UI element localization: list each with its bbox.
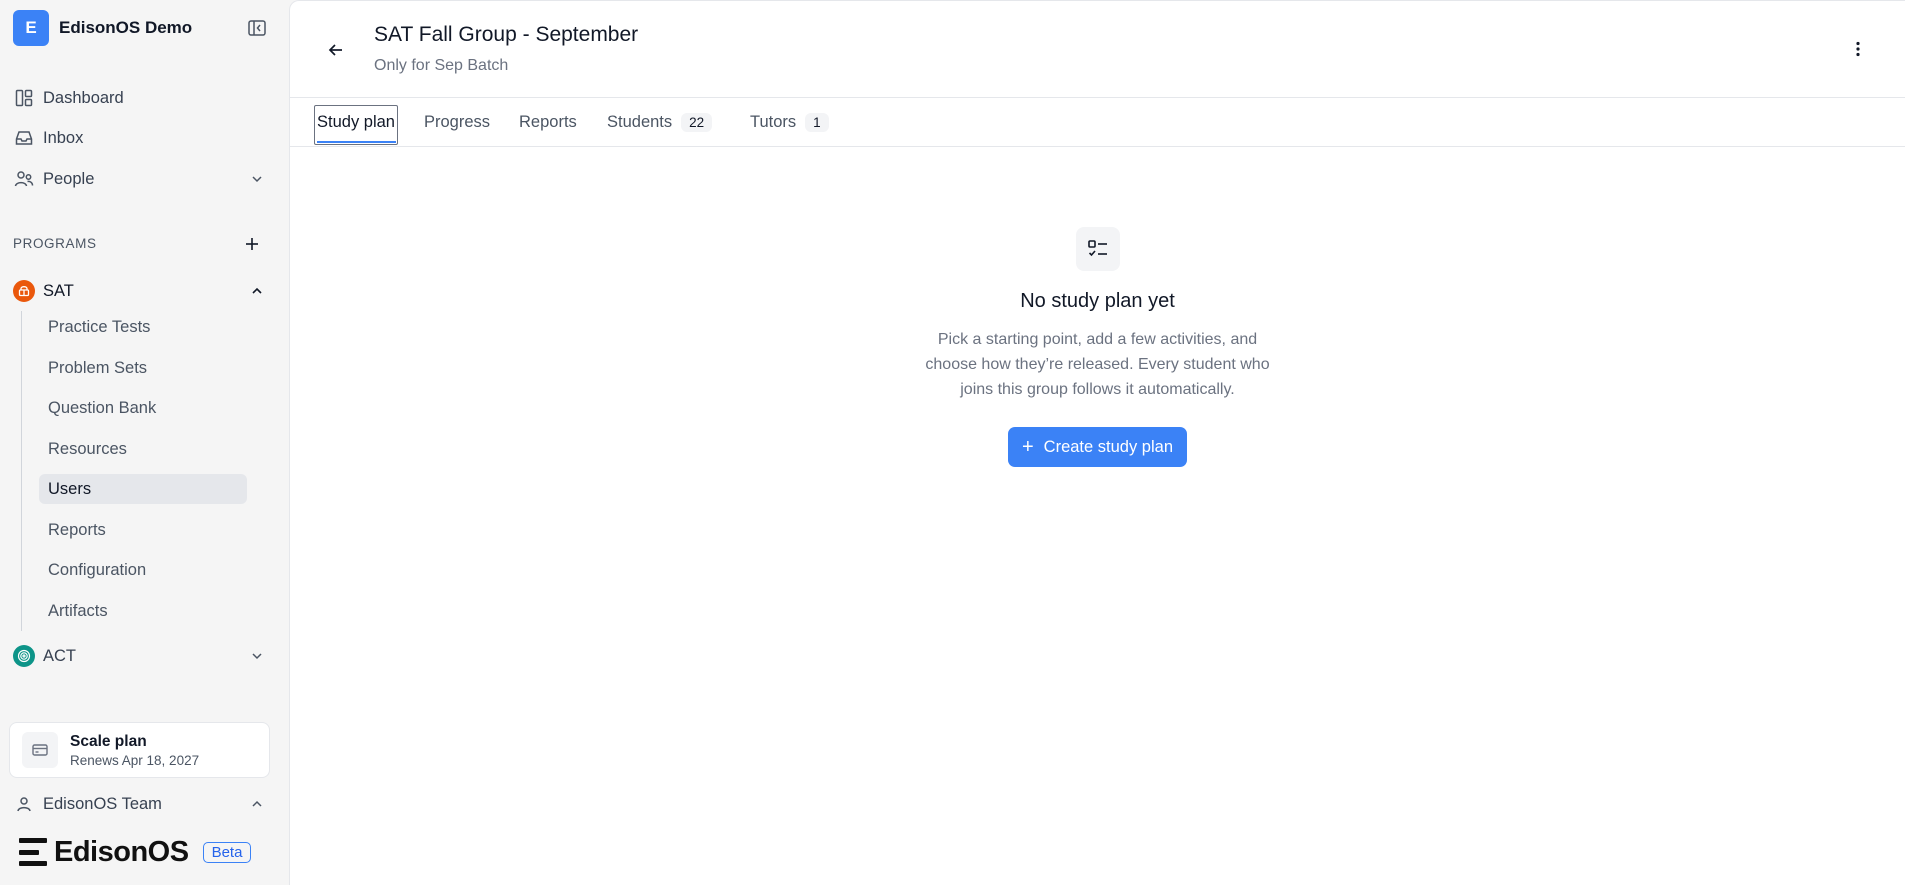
empty-state-description: Pick a starting point, add a few activit…: [925, 331, 1270, 398]
sat-problem-sets[interactable]: Problem Sets: [39, 353, 247, 383]
tab-label: Progress: [424, 113, 491, 131]
main-content: SAT Fall Group - September Only for Sep …: [289, 0, 1905, 885]
tab-progress[interactable]: Progress: [424, 98, 490, 147]
act-program-icon: [13, 645, 35, 667]
sat-question-bank[interactable]: Question Bank: [39, 393, 247, 423]
plan-title: Scale plan: [70, 732, 147, 750]
sat-submenu-rail: [21, 311, 22, 631]
dashboard-icon: [13, 87, 35, 109]
brand: EdisonOS Beta: [19, 835, 252, 868]
plan-text: Scale plan Renews Apr 18, 2027: [70, 733, 199, 768]
workspace-name: EdisonOS Demo: [59, 18, 193, 37]
collapse-sidebar-button[interactable]: [246, 17, 268, 39]
user-icon: [13, 793, 35, 815]
workspace-avatar: E: [13, 10, 49, 46]
nav-inbox-label: Inbox: [43, 128, 84, 147]
create-study-plan-button[interactable]: + Create study plan: [1007, 427, 1187, 467]
sat-resources[interactable]: Resources: [39, 434, 247, 464]
tab-label: Study plan: [317, 113, 395, 131]
program-act-label: ACT: [43, 646, 76, 665]
beta-badge: Beta: [202, 841, 252, 863]
tab-label: Tutors: [750, 113, 797, 131]
nav-dashboard-label: Dashboard: [43, 88, 124, 107]
page-title: SAT Fall Group - September: [374, 23, 639, 46]
sidebar-collapse-icon: [248, 20, 266, 36]
chevron-down-icon[interactable]: [246, 645, 268, 667]
nav-people-label: People: [43, 169, 95, 188]
more-vertical-icon: [1856, 41, 1860, 57]
page-subtitle: Only for Sep Batch: [374, 57, 509, 74]
nav-dashboard[interactable]: Dashboard: [13, 82, 268, 114]
sidebar: E EdisonOS Demo Dashboard Inbox People P…: [0, 0, 289, 885]
tab-tutors[interactable]: Tutors 1: [750, 98, 829, 147]
program-sat[interactable]: SAT: [13, 275, 268, 307]
tab-reports[interactable]: Reports: [519, 98, 577, 147]
programs-section-label: PROGRAMS: [13, 236, 97, 251]
sat-configuration[interactable]: Configuration: [39, 555, 247, 585]
chevron-up-icon[interactable]: [246, 280, 268, 302]
arrow-left-icon: [328, 44, 342, 56]
empty-state-title: No study plan yet: [1020, 290, 1175, 312]
empty-state: No study plan yet Pick a starting point,…: [290, 227, 1905, 467]
chevron-down-icon[interactable]: [246, 168, 268, 190]
sat-program-icon: [13, 280, 35, 302]
program-act[interactable]: ACT: [13, 640, 268, 672]
sat-users[interactable]: Users: [39, 474, 247, 504]
inbox-icon: [13, 127, 35, 149]
tab-bar: Study plan Progress Reports Students 22 …: [290, 97, 1905, 147]
team-switcher[interactable]: EdisonOS Team: [13, 788, 268, 820]
tutors-count-badge: 1: [805, 113, 829, 132]
tab-study-plan[interactable]: Study plan: [317, 98, 395, 147]
app-shell: E EdisonOS Demo Dashboard Inbox People P…: [0, 0, 1905, 885]
sat-reports[interactable]: Reports: [39, 515, 247, 545]
checklist-icon: [1075, 227, 1120, 271]
sat-artifacts[interactable]: Artifacts: [39, 596, 247, 626]
credit-card-icon: [22, 732, 58, 768]
team-label: EdisonOS Team: [43, 794, 162, 813]
create-study-plan-label: Create study plan: [1043, 437, 1173, 456]
plan-card[interactable]: Scale plan Renews Apr 18, 2027: [9, 722, 270, 778]
tab-label: Reports: [519, 113, 577, 131]
students-count-badge: 22: [681, 113, 713, 132]
tab-students[interactable]: Students 22: [607, 98, 713, 147]
sat-practice-tests[interactable]: Practice Tests: [39, 312, 247, 342]
plus-icon: [246, 238, 258, 250]
program-sat-label: SAT: [43, 281, 74, 300]
plan-renewal: Renews Apr 18, 2027: [70, 752, 200, 768]
back-button[interactable]: [324, 38, 348, 62]
chevron-up-icon[interactable]: [246, 793, 268, 815]
nav-people[interactable]: People: [13, 163, 268, 195]
plus-icon: +: [1021, 436, 1034, 458]
more-options-button[interactable]: [1847, 38, 1869, 60]
add-program-button[interactable]: [241, 233, 263, 255]
people-icon: [13, 168, 35, 190]
edisonos-logo-icon: [19, 838, 47, 866]
tab-label: Students: [607, 113, 673, 131]
brand-name: EdisonOS: [54, 835, 189, 868]
nav-inbox[interactable]: Inbox: [13, 122, 268, 154]
workspace-switcher[interactable]: E EdisonOS Demo: [13, 10, 268, 46]
